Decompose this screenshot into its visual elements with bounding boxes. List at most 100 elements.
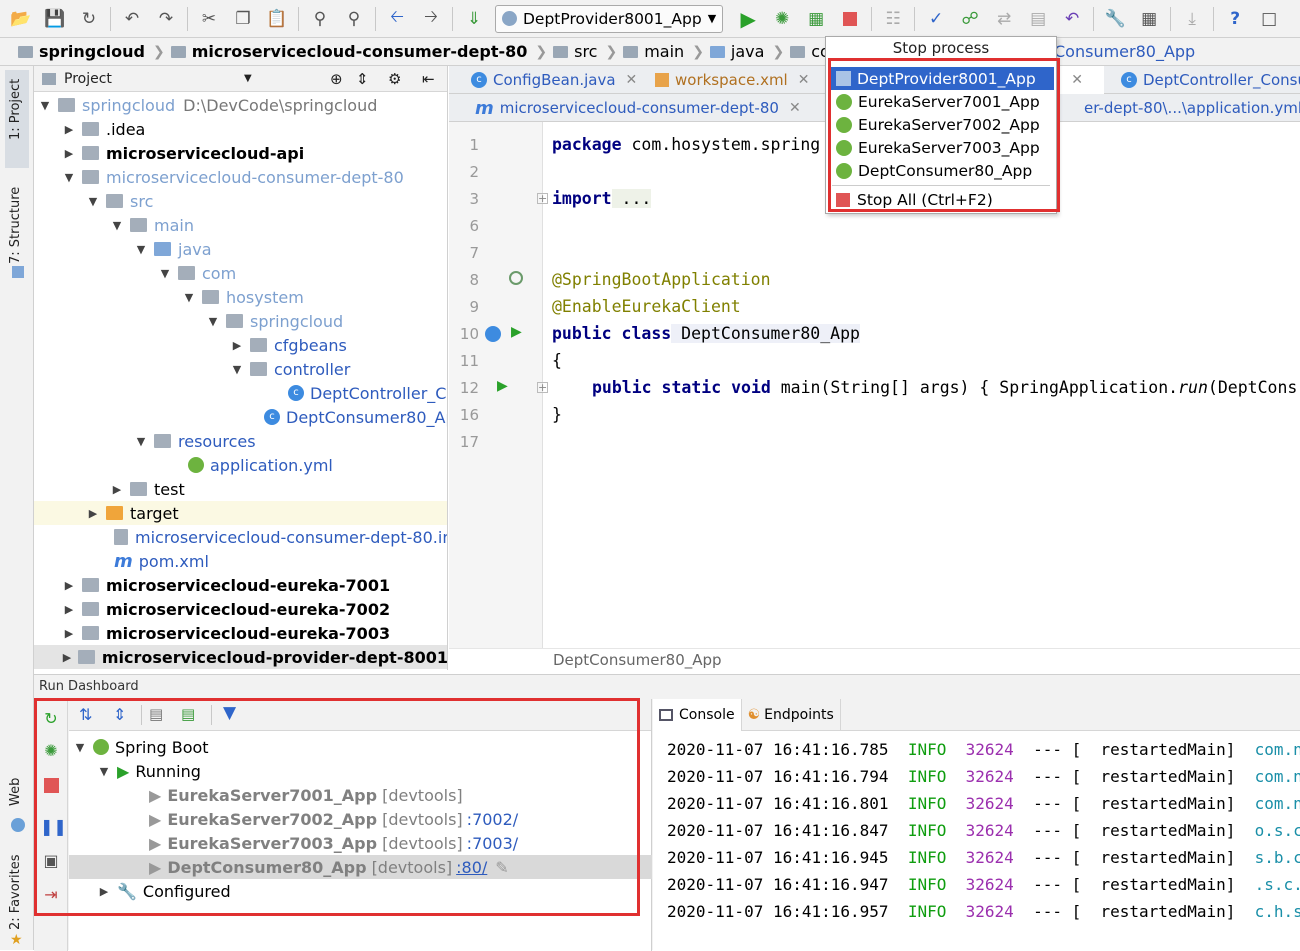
tree-item-root[interactable]: ▼ springcloud D:\DevCode\springcloud	[34, 93, 447, 117]
expand-arrow-icon[interactable]: ▼	[97, 765, 111, 778]
port-link[interactable]: :7003/	[467, 834, 519, 853]
bean-icon[interactable]	[509, 271, 523, 285]
code-line[interactable]: }	[552, 405, 562, 424]
paste-icon[interactable]: 📋	[264, 6, 290, 32]
vcs-compare-icon[interactable]: ⇄	[991, 6, 1017, 32]
tree-item[interactable]: ▼ main	[34, 213, 447, 237]
help-icon[interactable]: ?	[1222, 6, 1248, 32]
run-app-item[interactable]: ▶ EurekaServer7002_App [devtools] :7002/	[69, 807, 652, 831]
back-icon[interactable]: 🡠	[384, 6, 410, 32]
code-line[interactable]: @EnableEurekaClient	[552, 297, 741, 316]
expand-arrow-icon[interactable]: ▶	[110, 483, 124, 496]
expand-arrow-icon[interactable]: ▼	[206, 315, 220, 328]
expand-arrow-icon[interactable]: ▶	[62, 651, 72, 664]
stop-icon[interactable]	[40, 775, 62, 797]
phone-icon[interactable]: □	[1256, 6, 1282, 32]
run-app-item[interactable]: ▶ EurekaServer7003_App [devtools] :7003/	[69, 831, 652, 855]
tree-item[interactable]: ▼ java	[34, 237, 447, 261]
debug-icon[interactable]: ✺	[40, 741, 62, 763]
vcs-update-icon[interactable]: ✓	[923, 6, 949, 32]
code-line[interactable]: public static void main(String[] args) {…	[592, 378, 1297, 397]
expand-arrow-icon[interactable]: ▶	[86, 507, 100, 520]
stop-all-item[interactable]: Stop All (Ctrl+F2)	[828, 188, 1054, 211]
find-icon[interactable]: ⚲	[307, 6, 333, 32]
tab-console[interactable]: Console	[653, 699, 742, 731]
tree-node-running[interactable]: ▼ ▶ Running	[69, 759, 652, 783]
expand-arrow-icon[interactable]: ▶	[230, 339, 244, 352]
tree-item[interactable]: application.yml	[34, 453, 447, 477]
expand-arrow-icon[interactable]: ▼	[62, 171, 76, 184]
stop-item-deptconsumer[interactable]: DeptConsumer80_App	[828, 159, 1054, 182]
tab-endpoints[interactable]: ☯ Endpoints	[742, 699, 841, 731]
breadcrumb-item[interactable]: java	[709, 42, 764, 61]
sync-icon[interactable]: ↻	[76, 6, 102, 32]
code-line[interactable]: import ...	[552, 189, 652, 208]
close-icon[interactable]: ✕	[1071, 72, 1083, 88]
run-app-item-selected[interactable]: ▶ DeptConsumer80_App [devtools] :80/ ✎	[69, 855, 652, 879]
tree-item[interactable]: ▶ target	[34, 501, 447, 525]
expand-arrow-icon[interactable]: ▼	[86, 195, 100, 208]
tree-item[interactable]: ▼ hosystem	[34, 285, 447, 309]
tree-item[interactable]: ▶ microservicecloud-eureka-7002	[34, 597, 447, 621]
close-icon[interactable]: ✕	[626, 72, 638, 88]
code-line[interactable]: package com.hosystem.spring	[552, 135, 820, 154]
vcs-revert-icon[interactable]: ↶	[1059, 6, 1085, 32]
tree-item[interactable]: ▶ test	[34, 477, 447, 501]
web-tool-tab[interactable]: Web	[8, 778, 23, 806]
structure-tool-tab[interactable]: 7: Structure	[8, 187, 23, 264]
expand-arrow-icon[interactable]: ▼	[38, 99, 52, 112]
tree-item[interactable]: ▼ controller	[34, 357, 447, 381]
tree-item[interactable]: ▶ microservicecloud-api	[34, 141, 447, 165]
project-structure-icon[interactable]: ▦	[1136, 6, 1162, 32]
stop-item-deptprovider[interactable]: DeptProvider8001_App	[828, 67, 1054, 90]
fold-icon[interactable]: +	[537, 382, 548, 393]
code-line[interactable]: {	[552, 351, 562, 370]
rerun-icon[interactable]: ↻	[40, 709, 62, 731]
expand-arrow-icon[interactable]: ▶	[62, 147, 76, 160]
redo-icon[interactable]: ↷	[153, 6, 179, 32]
tree-item[interactable]: microservicecloud-consumer-dept-80.iml	[34, 525, 447, 549]
camera-icon[interactable]: ▣	[40, 851, 62, 873]
expand-arrow-icon[interactable]: ▼	[134, 435, 148, 448]
expand-arrow-icon[interactable]: ▶	[62, 579, 76, 592]
tree-item[interactable]: ▼ springcloud	[34, 309, 447, 333]
tab-deptcontroller[interactable]: c DeptController_Consu	[1111, 66, 1300, 94]
run-gutter-icon[interactable]: ▶	[511, 324, 522, 340]
hide-icon[interactable]: ⇤	[422, 70, 435, 88]
collapse-icon[interactable]: ⇕	[356, 70, 369, 88]
chevron-down-icon[interactable]: ▼	[244, 73, 252, 84]
stop-item-eureka7002[interactable]: EurekaServer7002_App	[828, 113, 1054, 136]
exit-icon[interactable]: ⇥	[40, 885, 62, 907]
tree-node-spring-boot[interactable]: ▼ Spring Boot	[69, 735, 652, 759]
close-icon[interactable]: ✕	[798, 72, 810, 88]
forward-icon[interactable]: 🡢	[418, 6, 444, 32]
code-line[interactable]: @SpringBootApplication	[552, 270, 771, 289]
tree-item[interactable]: m pom.xml	[34, 549, 447, 573]
expand-arrow-icon[interactable]: ▶	[62, 627, 76, 640]
breadcrumb-item[interactable]: main	[623, 42, 684, 61]
filter-icon[interactable]: ▼	[223, 703, 236, 723]
debug-icon[interactable]: ✺	[769, 6, 795, 32]
expand-arrow-icon[interactable]: ▼	[134, 243, 148, 256]
tree-item[interactable]: ▼ resources	[34, 429, 447, 453]
run-configuration-select[interactable]: DeptProvider8001_App ▼	[495, 4, 724, 33]
run-icon[interactable]: ▶	[735, 6, 761, 32]
undo-icon[interactable]: ↶	[119, 6, 145, 32]
breadcrumb-item[interactable]: src	[553, 42, 597, 61]
tab-application-yml[interactable]: er-dept-80\...\application.yml	[1074, 94, 1300, 122]
tree-item[interactable]: ▶ microservicecloud-provider-dept-8001	[34, 645, 447, 669]
tree-item[interactable]: c DeptController_Co	[34, 381, 447, 405]
group-by-type-icon[interactable]: ▤	[149, 705, 163, 723]
expand-arrow-icon[interactable]: ▶	[62, 123, 76, 136]
close-icon[interactable]: ✕	[789, 100, 801, 116]
replace-icon[interactable]: ⚲	[341, 6, 367, 32]
expand-arrow-icon[interactable]: ▼	[73, 741, 87, 754]
tree-item[interactable]: ▼ com	[34, 261, 447, 285]
build-icon[interactable]: ⇓	[461, 6, 487, 32]
vcs-commit-icon[interactable]: ☍	[957, 6, 983, 32]
stop-icon[interactable]	[837, 6, 863, 32]
expand-arrow-icon[interactable]: ▼	[158, 267, 172, 280]
tree-item[interactable]: ▼ src	[34, 189, 447, 213]
open-folder-icon[interactable]: 📂	[8, 6, 34, 32]
expand-arrow-icon[interactable]: ▶	[97, 885, 111, 898]
